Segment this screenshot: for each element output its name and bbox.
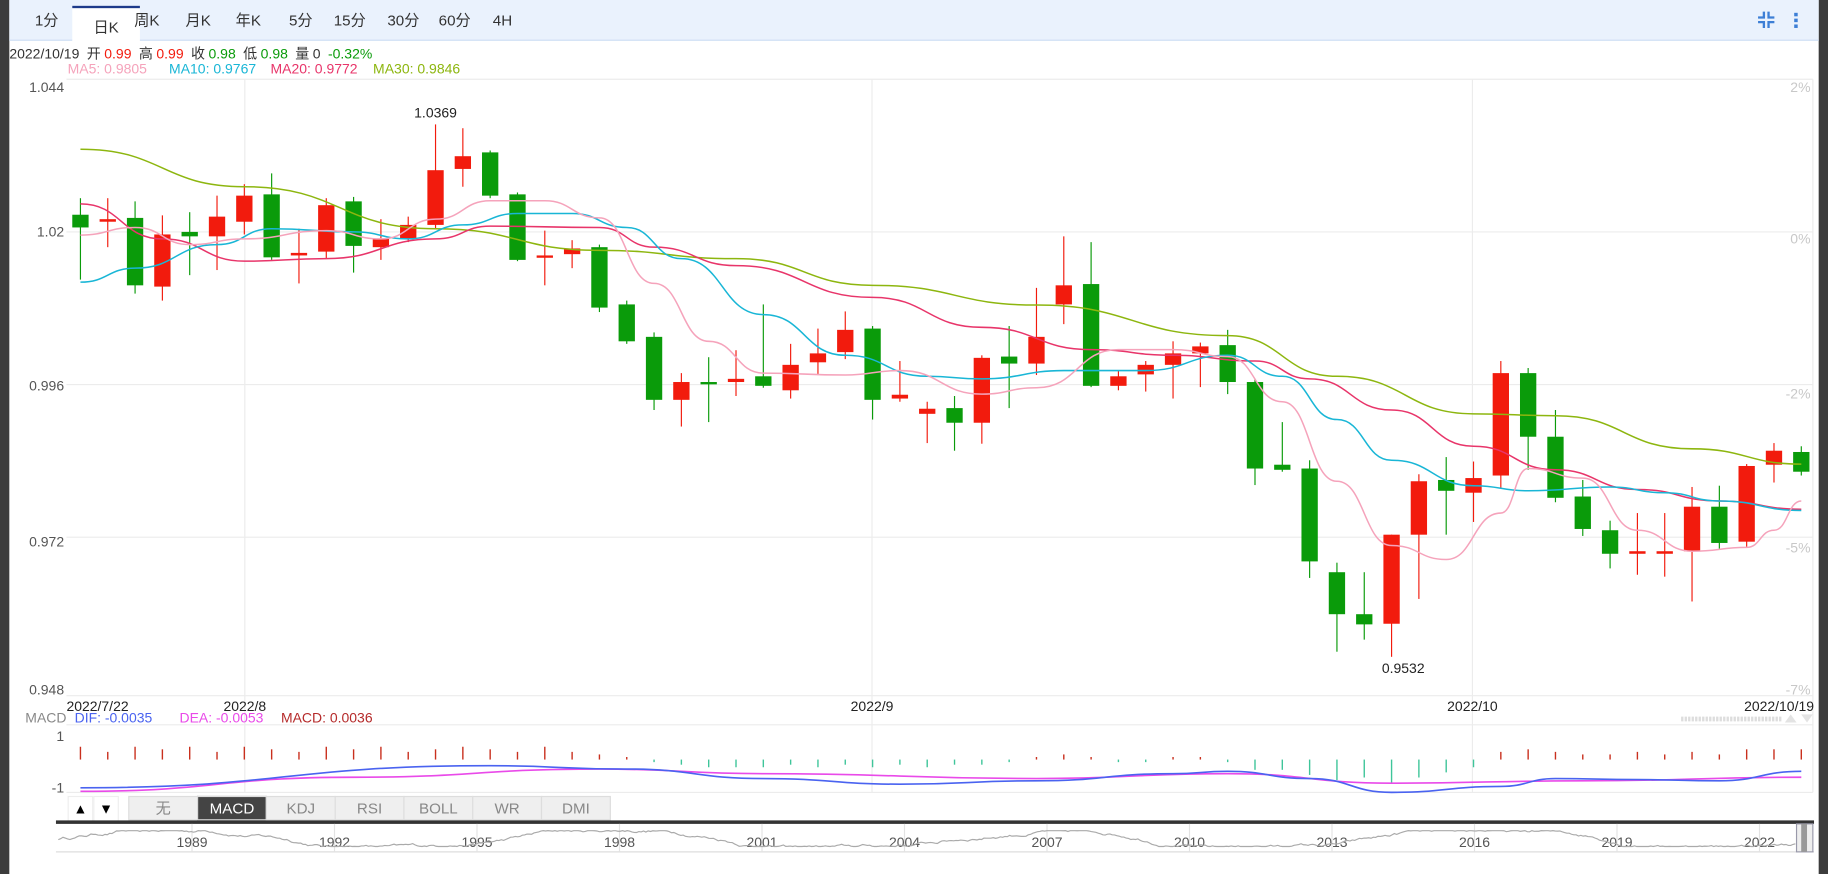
indicator-tab-rsi[interactable]: RSI <box>334 795 405 821</box>
low-label: 低 <box>243 45 258 62</box>
tab-5min[interactable]: 5分 <box>280 0 322 40</box>
volume-label: 量 <box>295 45 310 62</box>
indicator-tab-macd[interactable]: MACD <box>197 795 267 821</box>
open-value: 0.99 <box>104 45 132 62</box>
chart-panel: 1分 日K 周K 月K 年K 5分 15分 30分 60分 4H 2022/10… <box>9 0 1819 874</box>
indicator-tab-dmi[interactable]: DMI <box>540 795 611 821</box>
close-value: 0.98 <box>208 45 236 62</box>
high-label: 高 <box>138 45 153 62</box>
close-label: 收 <box>191 45 206 62</box>
indicator-tab-none[interactable]: 无 <box>128 795 199 821</box>
open-label: 开 <box>86 45 101 62</box>
change-percent: -0.32% <box>327 45 373 62</box>
indicator-tab-kdj[interactable]: KDJ <box>265 795 336 821</box>
scroll-down-button[interactable]: ▼ <box>93 795 119 822</box>
more-vertical-icon[interactable] <box>1791 9 1800 30</box>
ma10-legend: MA10: 0.9767 <box>169 60 257 77</box>
tab-30min[interactable]: 30分 <box>380 0 427 40</box>
tab-60min[interactable]: 60分 <box>431 0 478 40</box>
ma30-legend: MA30: 0.9846 <box>373 60 461 77</box>
tab-weekly[interactable]: 周K <box>126 0 168 40</box>
info-date: 2022/10/19 <box>9 45 80 62</box>
period-tab-bar: 1分 日K 周K 月K 年K 5分 15分 30分 60分 4H <box>9 0 1819 42</box>
ma5-legend: MA5: 0.9805 <box>67 60 147 77</box>
volume-value: 0 <box>312 45 321 62</box>
ma20-legend: MA20: 0.9772 <box>270 60 358 77</box>
kline-app: 1分 日K 周K 月K 年K 5分 15分 30分 60分 4H 2022/10… <box>0 0 1828 874</box>
scroll-up-button[interactable]: ▲ <box>67 795 94 822</box>
indicator-tab-boll[interactable]: BOLL <box>403 795 474 821</box>
low-value: 0.98 <box>260 45 288 62</box>
tab-15min[interactable]: 15分 <box>326 0 373 40</box>
tab-monthly[interactable]: 月K <box>177 0 219 40</box>
compress-icon[interactable] <box>1756 9 1777 30</box>
tab-yearly[interactable]: 年K <box>227 0 269 40</box>
high-value: 0.99 <box>156 45 184 62</box>
indicator-tab-wr[interactable]: WR <box>472 795 543 821</box>
tab-1min[interactable]: 1分 <box>26 0 68 40</box>
tab-4h[interactable]: 4H <box>485 0 520 40</box>
